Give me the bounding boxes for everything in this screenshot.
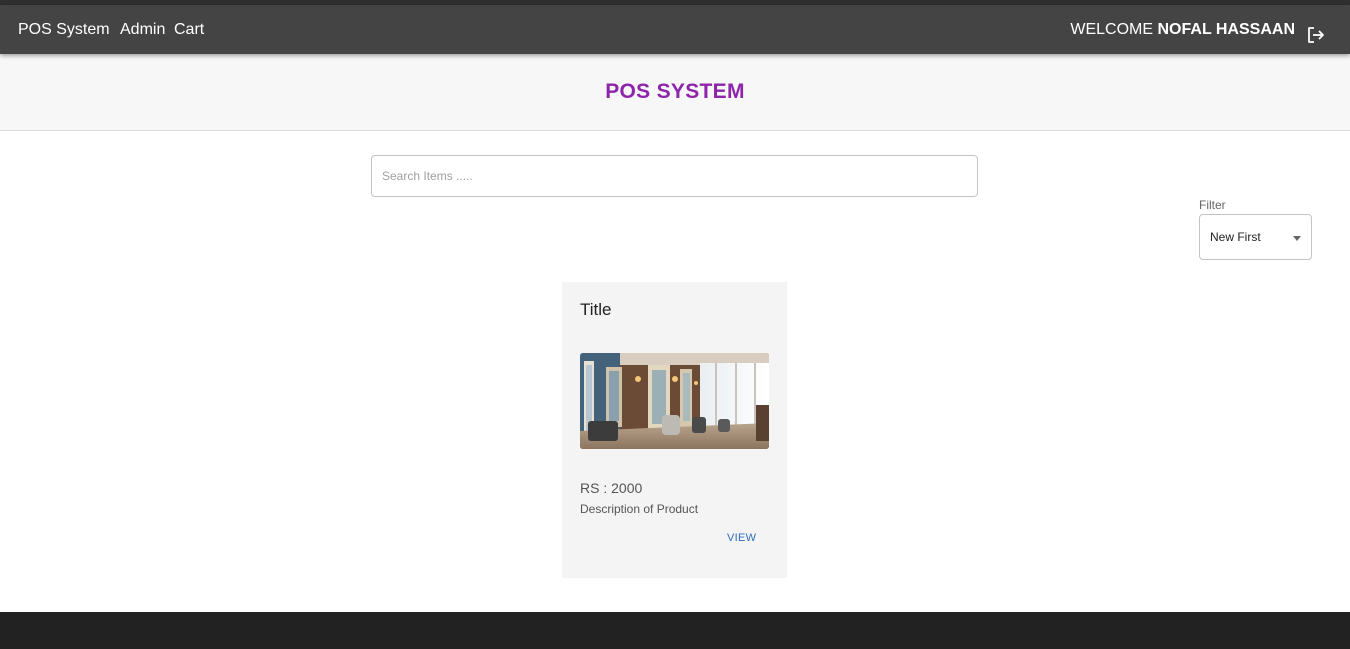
filter-label: Filter	[1199, 198, 1226, 212]
logout-icon[interactable]	[1306, 25, 1326, 45]
search-input[interactable]	[371, 155, 978, 197]
filter-selected-value: New First	[1210, 230, 1261, 244]
product-price: RS : 2000	[580, 480, 643, 496]
welcome-message: WELCOME NOFAL HASSAAN	[1070, 20, 1295, 40]
filter-select[interactable]: New First	[1199, 214, 1312, 260]
chevron-down-icon	[1293, 236, 1301, 241]
product-image	[580, 353, 769, 449]
nav-link-cart[interactable]: Cart	[174, 20, 204, 40]
product-card: Title RS: 2000 Description of Product V…	[562, 282, 787, 578]
user-name: NOFAL HASSAAN	[1157, 21, 1296, 38]
page-title: POS SYSTEM	[605, 80, 745, 103]
footer	[0, 612, 1350, 649]
product-title: Title	[580, 300, 612, 319]
salon-interior-photo	[580, 353, 769, 449]
nav-brand-link[interactable]: POS System	[18, 20, 110, 40]
welcome-prefix: WELCOME	[1070, 21, 1154, 38]
product-description: Description of Product	[580, 502, 699, 516]
page-banner: POS SYSTEM	[0, 54, 1350, 131]
view-button[interactable]: VIEW	[727, 532, 756, 544]
navbar: POS System Admin Cart WELCOME NOFAL HASS…	[0, 5, 1350, 54]
nav-link-admin[interactable]: Admin	[120, 20, 165, 40]
